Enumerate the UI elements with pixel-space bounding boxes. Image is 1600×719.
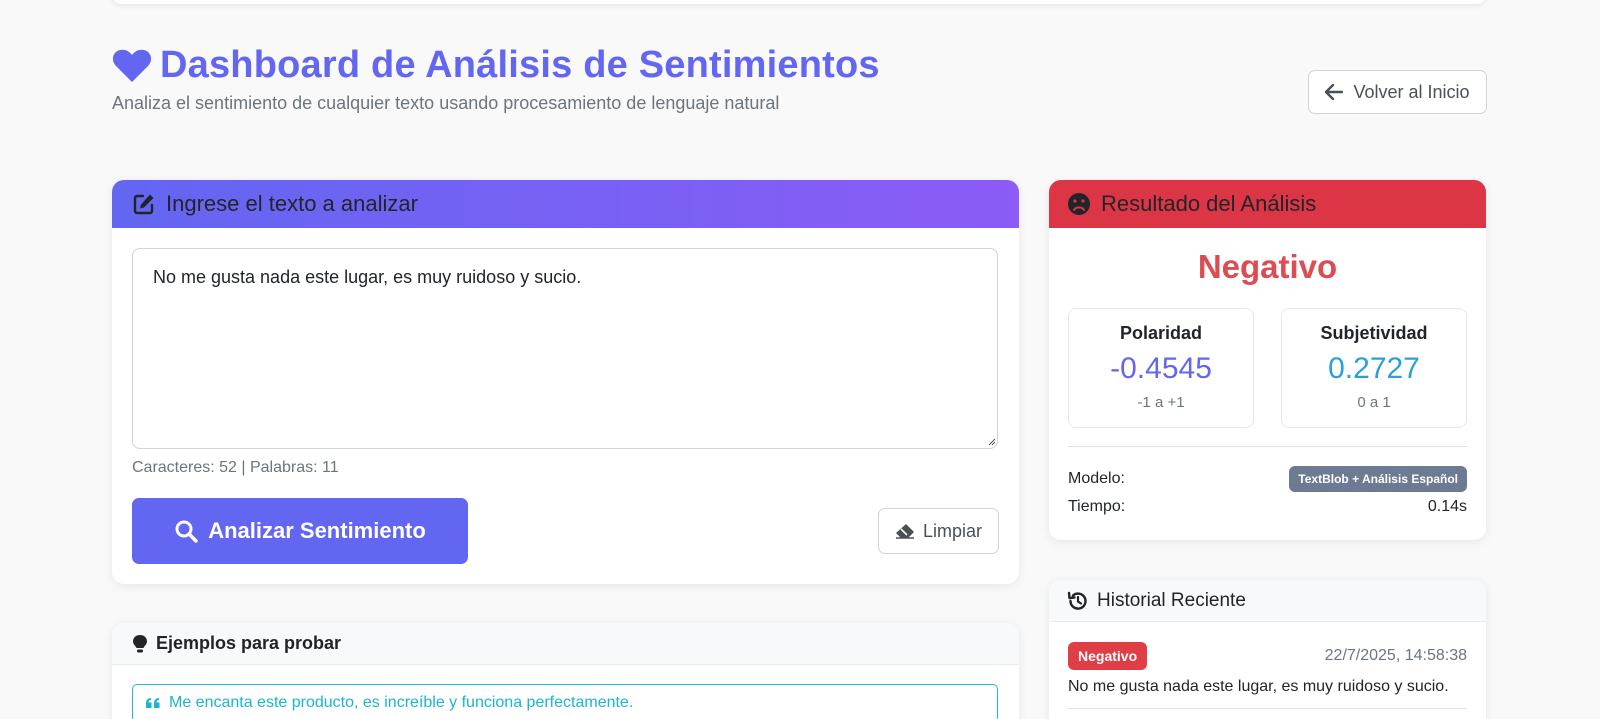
result-divider bbox=[1068, 446, 1467, 447]
recent-history-card: Historial Reciente Negativo 22/7/2025, 1… bbox=[1049, 580, 1486, 719]
example-item[interactable]: Me encanta este producto, es increíble y… bbox=[132, 684, 998, 719]
example-text: Me encanta este producto, es increíble y… bbox=[169, 694, 634, 711]
history-timestamp: 22/7/2025, 14:58:38 bbox=[1324, 647, 1467, 664]
history-sentiment-badge: Negativo bbox=[1068, 642, 1148, 670]
model-badge: TextBlob + Análisis Español bbox=[1289, 466, 1467, 492]
history-icon bbox=[1067, 591, 1087, 610]
search-icon bbox=[175, 520, 198, 543]
examples-card-header: Ejemplos para probar bbox=[112, 623, 1019, 665]
lightbulb-icon bbox=[133, 634, 147, 652]
analyze-sentiment-button[interactable]: Analizar Sentimiento bbox=[132, 498, 468, 564]
result-card-title: Resultado del Análisis bbox=[1101, 191, 1317, 216]
quote-icon bbox=[146, 698, 160, 708]
polarity-metric: Polaridad -0.4545 -1 a +1 bbox=[1068, 308, 1254, 428]
polarity-range: -1 a +1 bbox=[1137, 394, 1185, 411]
clear-button-label: Limpiar bbox=[922, 520, 983, 541]
back-to-home-button[interactable]: Volver al Inicio bbox=[1308, 70, 1487, 114]
clear-button[interactable]: Limpiar bbox=[878, 508, 999, 554]
time-label: Tiempo: bbox=[1068, 498, 1126, 515]
examples-card-title: Ejemplos para probar bbox=[156, 633, 342, 653]
subjectivity-title: Subjetividad bbox=[1320, 323, 1428, 343]
subjectivity-range: 0 a 1 bbox=[1357, 394, 1391, 411]
history-text: No me gusta nada este lugar, es muy ruid… bbox=[1068, 678, 1449, 695]
eraser-icon bbox=[895, 524, 914, 539]
subjectivity-value: 0.2727 bbox=[1328, 352, 1420, 385]
model-label: Modelo: bbox=[1068, 470, 1125, 487]
history-item[interactable]: Negativo 22/7/2025, 14:58:38 No me gusta… bbox=[1068, 642, 1467, 709]
subjectivity-metric: Subjetividad 0.2727 0 a 1 bbox=[1281, 308, 1467, 428]
time-info-row: Tiempo: 0.14s bbox=[1068, 498, 1467, 516]
input-card-header: Ingrese el texto a analizar bbox=[112, 180, 1019, 228]
history-card-header: Historial Reciente bbox=[1049, 580, 1486, 622]
history-item-meta: Negativo 22/7/2025, 14:58:38 bbox=[1068, 642, 1467, 670]
resize-handle-icon[interactable] bbox=[988, 438, 996, 446]
char-word-counter: Caracteres: 52 | Palabras: 11 bbox=[132, 459, 339, 476]
text-input-area[interactable]: No me gusta nada este lugar, es muy ruid… bbox=[132, 248, 998, 449]
model-info-row: Modelo: TextBlob + Análisis Español bbox=[1068, 466, 1467, 492]
sentiment-result-label: Negativo bbox=[1197, 248, 1338, 285]
text-input-card: Ingrese el texto a analizar No me gusta … bbox=[112, 180, 1019, 584]
title-row: Dashboard de Análisis de Sentimientos bbox=[112, 44, 880, 87]
polarity-value: -0.4545 bbox=[1110, 352, 1212, 385]
page-title: Dashboard de Análisis de Sentimientos bbox=[160, 44, 880, 86]
time-value: 0.14s bbox=[1427, 498, 1467, 515]
page-subtitle: Analiza el sentimiento de cualquier text… bbox=[112, 93, 780, 113]
edit-icon bbox=[133, 194, 154, 215]
heart-icon bbox=[112, 49, 152, 82]
arrow-left-icon bbox=[1325, 84, 1344, 100]
history-divider bbox=[1068, 708, 1467, 709]
history-card-title: Historial Reciente bbox=[1097, 589, 1246, 611]
analyze-button-label: Analizar Sentimiento bbox=[208, 518, 426, 543]
result-card-header: Resultado del Análisis bbox=[1049, 180, 1486, 228]
examples-card: Ejemplos para probar Me encanta este pro… bbox=[112, 623, 1019, 719]
frown-icon bbox=[1068, 193, 1090, 215]
back-button-label: Volver al Inicio bbox=[1353, 81, 1470, 102]
input-card-title: Ingrese el texto a analizar bbox=[166, 191, 418, 216]
polarity-title: Polaridad bbox=[1119, 323, 1203, 343]
top-card-edge bbox=[112, 0, 1486, 4]
page-header: Dashboard de Análisis de Sentimientos An… bbox=[112, 44, 880, 114]
analysis-result-card: Resultado del Análisis Negativo Polarida… bbox=[1049, 180, 1486, 540]
